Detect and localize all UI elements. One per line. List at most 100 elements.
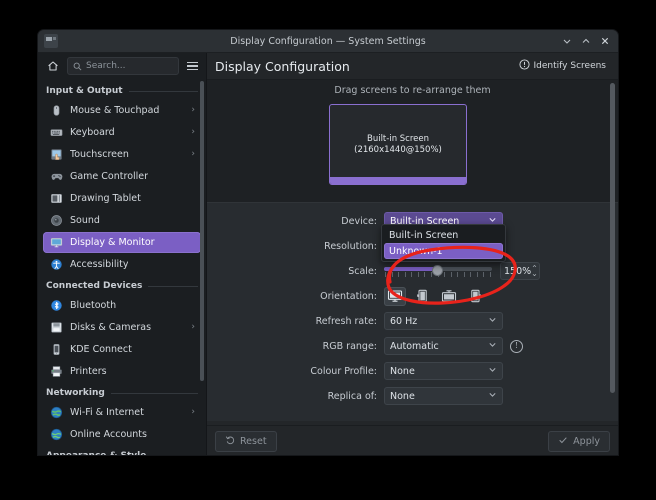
device-label: Device:	[341, 215, 377, 227]
bluetooth-icon	[49, 299, 63, 313]
content-scrollbar-thumb[interactable]	[610, 83, 615, 393]
dropdown-option-built-in-screen[interactable]: Built-in Screen	[384, 227, 503, 243]
minimize-button[interactable]	[558, 33, 575, 50]
close-button[interactable]	[596, 33, 613, 50]
sidebar-item-label: Display & Monitor	[70, 237, 155, 248]
chevron-down-icon	[488, 390, 497, 402]
chevron-right-icon: ›	[191, 407, 195, 417]
hamburger-icon[interactable]	[184, 58, 200, 74]
accessibility-icon	[49, 258, 63, 272]
sidebar-group-header: Networking	[38, 383, 206, 401]
sidebar-item-mouse-touchpad[interactable]: Mouse & Touchpad ›	[43, 100, 201, 121]
scale-slider[interactable]	[384, 262, 492, 280]
sidebar-item-label: Mouse & Touchpad	[70, 105, 160, 116]
dropdown-option-unknown-1[interactable]: Unknown-1	[384, 243, 503, 259]
divider	[148, 285, 198, 287]
sidebar-item-keyboard[interactable]: Keyboard ›	[43, 122, 201, 143]
chevron-down-icon	[488, 315, 497, 327]
resolution-label: Resolution:	[324, 240, 377, 252]
rgb-range-info-icon[interactable]: !	[510, 339, 523, 353]
sidebar-scrollbar[interactable]	[200, 81, 204, 454]
sidebar-item-label: KDE Connect	[70, 344, 132, 355]
sidebar-item-kde-connect[interactable]: KDE Connect	[43, 339, 201, 360]
sidebar-group-label: Appearance & Style	[46, 451, 146, 455]
settings-window: Display Configuration — System Settings	[38, 30, 618, 455]
sidebar: Search... Input & Output Mouse & Touchpa…	[38, 53, 207, 455]
search-input[interactable]: Search...	[67, 57, 179, 75]
arrange-hint: Drag screens to re-arrange them	[334, 85, 491, 96]
tablet-icon	[49, 192, 63, 206]
search-icon	[73, 62, 82, 71]
refresh-rate-row: Refresh rate: 60 Hz	[207, 312, 618, 330]
maximize-button[interactable]	[577, 33, 594, 50]
chevron-right-icon: ›	[191, 322, 195, 332]
sidebar-item-label: Bluetooth	[70, 300, 117, 311]
sidebar-item-wifi-internet[interactable]: Wi-Fi & Internet ›	[43, 402, 201, 423]
gamepad-icon	[49, 170, 63, 184]
rgb-range-row: RGB range: Automatic !	[207, 337, 618, 355]
sidebar-item-bluetooth[interactable]: Bluetooth	[43, 295, 201, 316]
spinner-arrows-icon[interactable]: ⌃ ⌄	[531, 264, 538, 277]
orientation-portrait-icon[interactable]	[411, 287, 433, 306]
disk-icon	[49, 321, 63, 335]
sidebar-item-drawing-tablet[interactable]: Drawing Tablet	[43, 188, 201, 209]
screen-arrange-area[interactable]: Drag screens to re-arrange them Built-in…	[207, 80, 618, 203]
sidebar-item-game-controller[interactable]: Game Controller	[43, 166, 201, 187]
sidebar-toolbar: Search...	[38, 53, 206, 79]
check-icon	[558, 435, 568, 448]
mouse-icon	[49, 104, 63, 118]
monitor-icon	[49, 236, 63, 250]
sidebar-item-disks-cameras[interactable]: Disks & Cameras ›	[43, 317, 201, 338]
keyboard-icon	[49, 126, 63, 140]
settings-icon	[44, 34, 58, 48]
identify-screens-label: Identify Screens	[533, 61, 606, 71]
refresh-rate-label: Refresh rate:	[315, 315, 377, 327]
refresh-rate-combobox[interactable]: 60 Hz	[384, 312, 503, 330]
orientation-buttons	[384, 286, 487, 306]
sidebar-item-sound[interactable]: Sound	[43, 210, 201, 231]
orientation-portrait-flipped-icon[interactable]	[465, 287, 487, 306]
sidebar-item-label: Sound	[70, 215, 100, 226]
rgb-range-value: Automatic	[390, 340, 439, 352]
undo-icon	[225, 435, 235, 448]
sidebar-item-label: Game Controller	[70, 171, 149, 182]
sidebar-group-header: Connected Devices	[38, 276, 206, 294]
title-bar: Display Configuration — System Settings	[38, 30, 618, 53]
orientation-landscape-icon[interactable]	[384, 286, 406, 306]
sidebar-item-accessibility[interactable]: Accessibility	[43, 254, 201, 275]
content-scrollbar[interactable]	[610, 83, 615, 422]
sidebar-item-online-accounts[interactable]: Online Accounts	[43, 424, 201, 445]
main-header: Display Configuration Identify Screens	[207, 53, 618, 79]
sidebar-item-printers[interactable]: Printers	[43, 361, 201, 382]
colour-profile-combobox[interactable]: None	[384, 362, 503, 380]
sidebar-item-display-monitor[interactable]: Display & Monitor	[43, 232, 201, 253]
sidebar-item-label: Printers	[70, 366, 107, 377]
screen-thumbnail-built-in[interactable]: Built-in Screen (2160x1440@150%)	[329, 104, 467, 185]
sidebar-item-touchscreen[interactable]: Touchscreen ›	[43, 144, 201, 165]
scale-spinbox[interactable]: 150% ⌃ ⌄	[500, 262, 540, 280]
sidebar-group-label: Connected Devices	[46, 281, 143, 291]
apply-button[interactable]: Apply	[548, 430, 610, 452]
sidebar-scrollbar-thumb[interactable]	[200, 81, 204, 381]
slider-handle[interactable]	[432, 264, 443, 276]
chevron-down-icon	[488, 340, 497, 352]
screen-name: Built-in Screen	[366, 134, 429, 144]
identify-screens-button[interactable]: Identify Screens	[515, 57, 610, 75]
replica-of-row: Replica of: None	[207, 387, 618, 405]
accounts-icon	[49, 428, 63, 442]
dropdown-option-label: Unknown-1	[389, 245, 443, 257]
chevron-right-icon: ›	[191, 127, 195, 137]
divider	[128, 90, 198, 92]
replica-of-value: None	[390, 390, 415, 402]
home-icon[interactable]	[44, 57, 62, 75]
replica-of-combobox[interactable]: None	[384, 387, 503, 405]
main-panel: Display Configuration Identify Screens D…	[207, 53, 618, 455]
sidebar-group-label: Input & Output	[46, 86, 123, 96]
scale-row: Scale: 150% ⌃ ⌄	[207, 262, 618, 280]
reset-button[interactable]: Reset	[215, 430, 277, 452]
rgb-range-combobox[interactable]: Automatic	[384, 337, 503, 355]
page-title: Display Configuration	[215, 58, 350, 74]
rgb-range-label: RGB range:	[322, 340, 377, 352]
device-dropdown-popup[interactable]: Built-in Screen Unknown-1	[381, 224, 506, 262]
orientation-landscape-flipped-icon[interactable]	[438, 287, 460, 306]
